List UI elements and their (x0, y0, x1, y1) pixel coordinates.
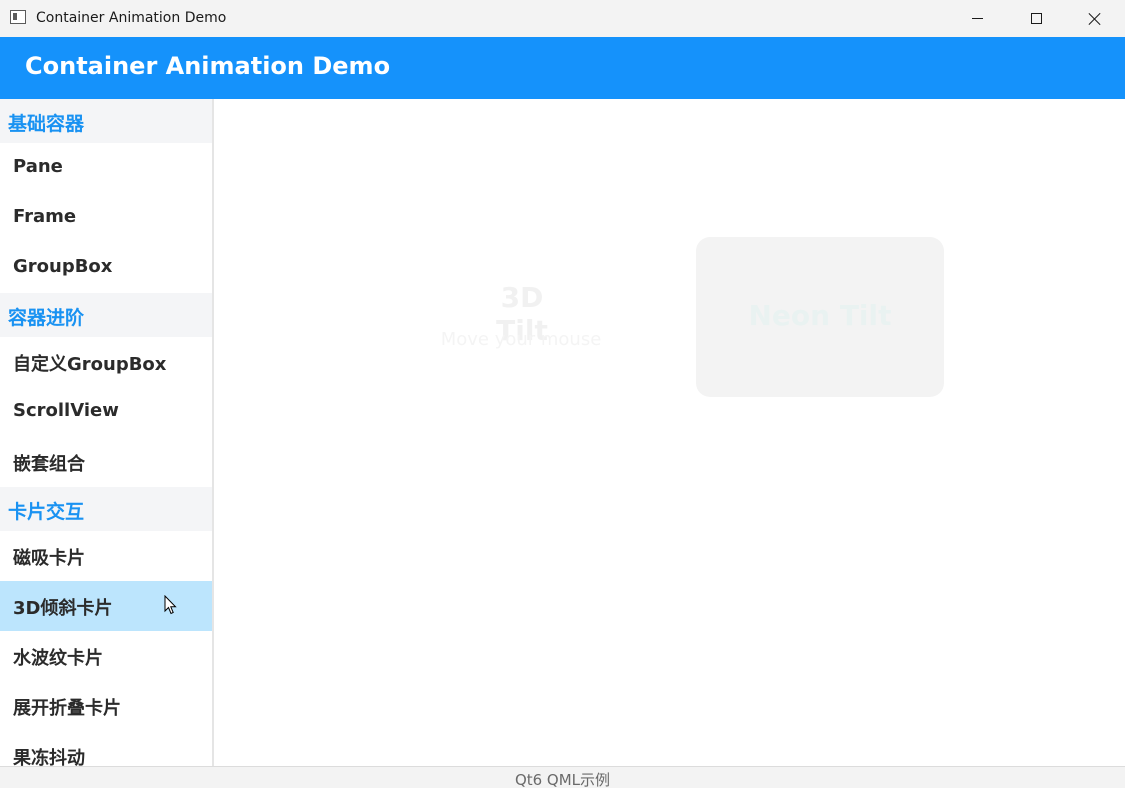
neon-card-title: Neon Tilt (748, 299, 892, 332)
sidebar-section-card: 卡片交互 (0, 487, 212, 531)
maximize-button[interactable] (1007, 0, 1065, 37)
sidebar-item-label: 果冻抖动 (13, 748, 85, 766)
sidebar-item-pane[interactable]: Pane (0, 143, 212, 193)
sidebar-item-label: 嵌套组合 (13, 454, 85, 475)
sidebar-item-3d-tilt-card[interactable]: 3D倾斜卡片 (0, 581, 212, 631)
sidebar-item-label: 自定义GroupBox (13, 354, 167, 375)
sidebar-item-label: 水波纹卡片 (13, 648, 103, 669)
window-title: Container Animation Demo (36, 10, 227, 26)
sidebar-item-ripple-card[interactable]: 水波纹卡片 (0, 631, 212, 681)
app-window-icon (10, 10, 26, 24)
app-header-title: Container Animation Demo (25, 52, 391, 80)
maximize-icon (1030, 13, 1042, 24)
sidebar-item-custom-groupbox[interactable]: 自定义GroupBox (0, 337, 212, 387)
sidebar-item-label: GroupBox (13, 256, 113, 277)
sidebar-nav[interactable]: 基础容器 Pane Frame GroupBox 容器进阶 自定义GroupBo… (0, 99, 212, 766)
status-bar: Qt6 QML示例 (0, 766, 1125, 788)
sidebar-section-basic: 基础容器 (0, 99, 212, 143)
mouse-cursor-icon (164, 595, 177, 615)
sidebar-section-label: 容器进阶 (8, 307, 85, 329)
main-content[interactable]: 3D Tilt Move your mouse Neon Tilt (214, 99, 1125, 766)
neon-tilt-card[interactable]: Neon Tilt (696, 237, 944, 397)
sidebar-item-frame[interactable]: Frame (0, 193, 212, 243)
sidebar-item-label: 展开折叠卡片 (13, 698, 121, 719)
sidebar-item-label: Frame (13, 206, 77, 227)
sidebar-item-nested[interactable]: 嵌套组合 (0, 437, 212, 487)
sidebar-item-label: ScrollView (13, 400, 119, 421)
sidebar-item-groupbox[interactable]: GroupBox (0, 243, 212, 293)
app-header: Container Animation Demo (0, 37, 1125, 99)
window-title-bar[interactable]: Container Animation Demo (0, 0, 1125, 37)
sidebar-item-label: 3D倾斜卡片 (13, 598, 113, 619)
tilt-card-subtitle: Move your mouse (440, 329, 602, 350)
sidebar-item-jelly[interactable]: 果冻抖动 (0, 731, 212, 766)
minimize-icon (971, 18, 983, 19)
close-icon (1089, 13, 1101, 25)
sidebar-section-label: 基础容器 (8, 113, 85, 135)
sidebar-section-label: 卡片交互 (8, 501, 85, 523)
minimize-button[interactable] (948, 0, 1006, 37)
sidebar-item-magnetic-card[interactable]: 磁吸卡片 (0, 531, 212, 581)
close-button[interactable] (1066, 0, 1124, 37)
status-text: Qt6 QML示例 (514, 771, 611, 788)
sidebar-item-expand-card[interactable]: 展开折叠卡片 (0, 681, 212, 731)
sidebar-section-advanced: 容器进阶 (0, 293, 212, 337)
sidebar-item-label: 磁吸卡片 (13, 548, 85, 569)
sidebar-item-label: Pane (13, 156, 63, 177)
sidebar-item-scrollview[interactable]: ScrollView (0, 387, 212, 437)
